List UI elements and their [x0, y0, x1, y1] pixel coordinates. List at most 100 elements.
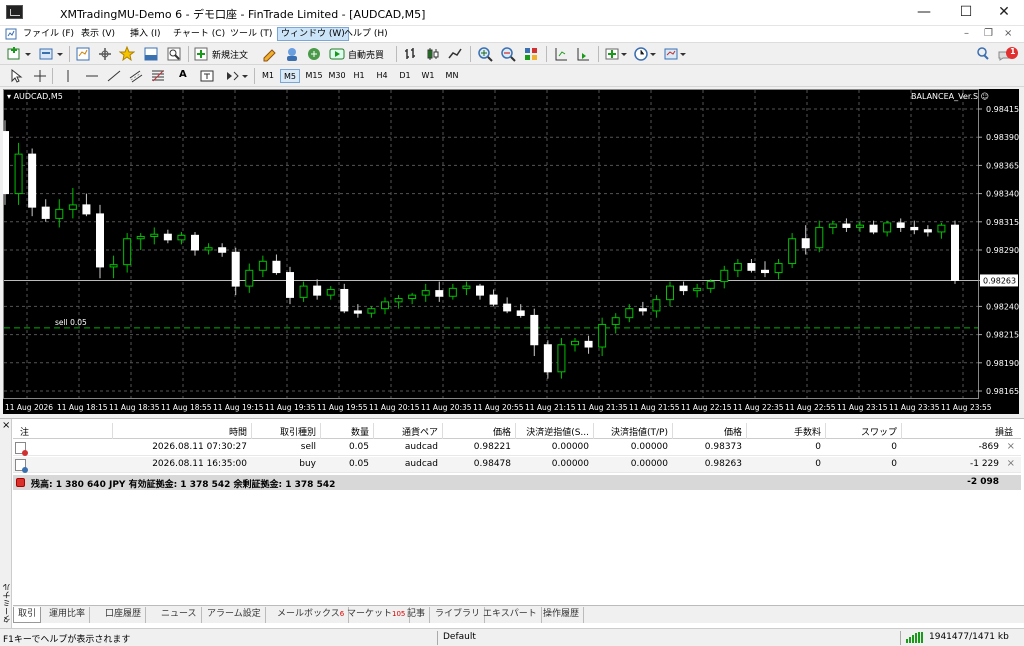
auto-scroll-icon[interactable] — [575, 46, 591, 62]
candle-body — [910, 226, 919, 231]
timeframe-m30[interactable]: M30 — [326, 69, 348, 83]
horizontal-line-icon[interactable] — [84, 68, 100, 84]
menu-file[interactable]: ファイル (F) — [20, 27, 77, 41]
new-chart-icon[interactable] — [6, 46, 22, 62]
dropdown-arrow-icon[interactable] — [648, 46, 658, 62]
candlestick-icon[interactable] — [425, 46, 441, 62]
chart-shift-icon[interactable] — [553, 46, 569, 62]
close-button[interactable]: ✕ — [984, 0, 1024, 26]
tab-1[interactable]: 運用比率 — [45, 607, 91, 623]
templates-icon[interactable] — [663, 46, 679, 62]
new-order-icon[interactable] — [193, 46, 209, 62]
zoom-in-icon[interactable] — [477, 46, 493, 62]
menu-view[interactable]: 表示 (V) — [78, 27, 118, 41]
profiles-icon[interactable] — [38, 46, 54, 62]
col-type[interactable]: 取引種別 — [252, 425, 316, 438]
new-order-label[interactable]: 新規注文 — [212, 48, 248, 61]
dropdown-arrow-icon[interactable] — [619, 46, 629, 62]
terminal-icon[interactable] — [143, 46, 159, 62]
signals-icon[interactable] — [284, 46, 300, 62]
periods-clock-icon[interactable] — [633, 46, 649, 62]
dropdown-arrow-icon[interactable] — [55, 46, 65, 62]
tab-10[interactable]: 操作履歴 — [539, 607, 585, 623]
fibonacci-icon[interactable] — [150, 68, 166, 84]
indicators-icon[interactable] — [604, 46, 620, 62]
mdi-close-icon[interactable]: × — [1004, 28, 1012, 39]
tab-7[interactable]: 記事 — [403, 607, 431, 623]
text-label-icon[interactable] — [199, 68, 215, 84]
auto-trading-label[interactable]: 自動売買 — [348, 48, 384, 61]
tab-0[interactable]: 取引 — [13, 607, 42, 623]
col-symbol[interactable]: 通貨ペア — [374, 425, 438, 438]
col-volume[interactable]: 数量 — [321, 425, 369, 438]
col-swap[interactable]: スワップ — [826, 425, 897, 438]
zoom-out-icon[interactable] — [500, 46, 516, 62]
maximize-button[interactable]: ☐ — [946, 0, 986, 26]
tab-8[interactable]: ライブラリ — [431, 607, 486, 623]
menu-insert[interactable]: 挿入 (I) — [127, 27, 164, 41]
col-time[interactable]: 時間 — [113, 425, 247, 438]
price-chart[interactable]: 0.98415 0.98390 0.98365 0.98340 0.98315 0.982… — [3, 89, 1019, 414]
x-tick-label: 11 Aug 19:35 — [265, 403, 316, 412]
trendline-icon[interactable] — [106, 68, 122, 84]
col-order[interactable]: 注 — [20, 425, 29, 438]
timeframe-mn[interactable]: MN — [441, 69, 463, 83]
tab-5[interactable]: メールボックス6 — [273, 607, 350, 623]
tab-4[interactable]: アラーム設定 — [203, 607, 266, 623]
total-profit: -2 098 — [967, 477, 999, 487]
auto-trading-icon[interactable] — [329, 46, 345, 62]
timeframe-m15[interactable]: M15 — [303, 69, 325, 83]
candle-body — [96, 213, 104, 268]
timeframe-w1[interactable]: W1 — [418, 69, 438, 83]
dropdown-arrow-icon[interactable] — [240, 68, 250, 84]
timeframe-m5[interactable]: M5 — [280, 69, 300, 83]
strategy-tester-icon[interactable] — [166, 46, 182, 62]
cursor-icon[interactable] — [8, 68, 24, 84]
tile-windows-icon[interactable] — [523, 46, 539, 62]
text-tool-icon[interactable]: A — [179, 69, 187, 80]
col-current-price[interactable]: 価格 — [673, 425, 742, 438]
notification-count: 1 — [1010, 47, 1016, 56]
timeframe-h1[interactable]: H1 — [349, 69, 369, 83]
crosshair-icon[interactable] — [32, 68, 48, 84]
market-watch-icon[interactable] — [75, 46, 91, 62]
trade-row-sell[interactable]: 2026.08.11 07:30:27 sell 0.05 audcad 0.9… — [13, 440, 1021, 456]
close-position-icon[interactable]: × — [1007, 441, 1015, 452]
vertical-line-icon[interactable] — [60, 68, 76, 84]
menu-window[interactable]: ウィンドウ (W) — [277, 27, 349, 41]
navigator-icon[interactable] — [119, 46, 135, 62]
mdi-chart-icon[interactable] — [5, 28, 17, 40]
menu-tools[interactable]: ツール (T) — [227, 27, 275, 41]
mdi-minimize-icon[interactable]: – — [964, 28, 969, 39]
timeframe-m1[interactable]: M1 — [258, 69, 278, 83]
tab-9[interactable]: エキスパート — [479, 607, 542, 623]
dropdown-arrow-icon[interactable] — [678, 46, 688, 62]
dropdown-arrow-icon[interactable] — [23, 46, 33, 62]
candlestick-chart[interactable]: 0.98415 0.98390 0.98365 0.98340 0.98315 0.982… — [3, 89, 1019, 414]
tab-6[interactable]: マーケット105 — [343, 607, 411, 623]
tab-2[interactable]: 口座履歴 — [101, 607, 147, 623]
tab-3[interactable]: ニュース — [157, 607, 202, 623]
metaeditor-icon[interactable] — [262, 46, 278, 62]
trade-row-buy[interactable]: 2026.08.11 16:35:00 buy 0.05 audcad 0.98… — [13, 457, 1021, 473]
menu-chart[interactable]: チャート (C) — [170, 27, 228, 41]
terminal-close-icon[interactable]: × — [2, 420, 10, 431]
arrows-icon[interactable] — [224, 68, 240, 84]
vps-icon[interactable] — [306, 46, 322, 62]
data-window-icon[interactable] — [97, 46, 113, 62]
col-profit[interactable]: 損益 — [902, 425, 1013, 438]
close-position-icon[interactable]: × — [1007, 458, 1015, 469]
col-commission[interactable]: 手数料 — [747, 425, 821, 438]
mdi-restore-icon[interactable]: ❐ — [984, 28, 993, 39]
search-icon[interactable] — [975, 46, 991, 62]
channel-icon[interactable] — [128, 68, 144, 84]
timeframe-h4[interactable]: H4 — [372, 69, 392, 83]
bar-chart-icon[interactable] — [403, 46, 419, 62]
col-stop-loss[interactable]: 決済逆指値(S... — [516, 425, 589, 438]
menu-help[interactable]: ヘルプ (H) — [341, 27, 391, 41]
col-take-profit[interactable]: 決済指値(T/P) — [594, 425, 668, 438]
col-price[interactable]: 価格 — [443, 425, 511, 438]
timeframe-d1[interactable]: D1 — [395, 69, 415, 83]
line-chart-icon[interactable] — [447, 46, 463, 62]
minimize-button[interactable]: — — [904, 0, 944, 26]
